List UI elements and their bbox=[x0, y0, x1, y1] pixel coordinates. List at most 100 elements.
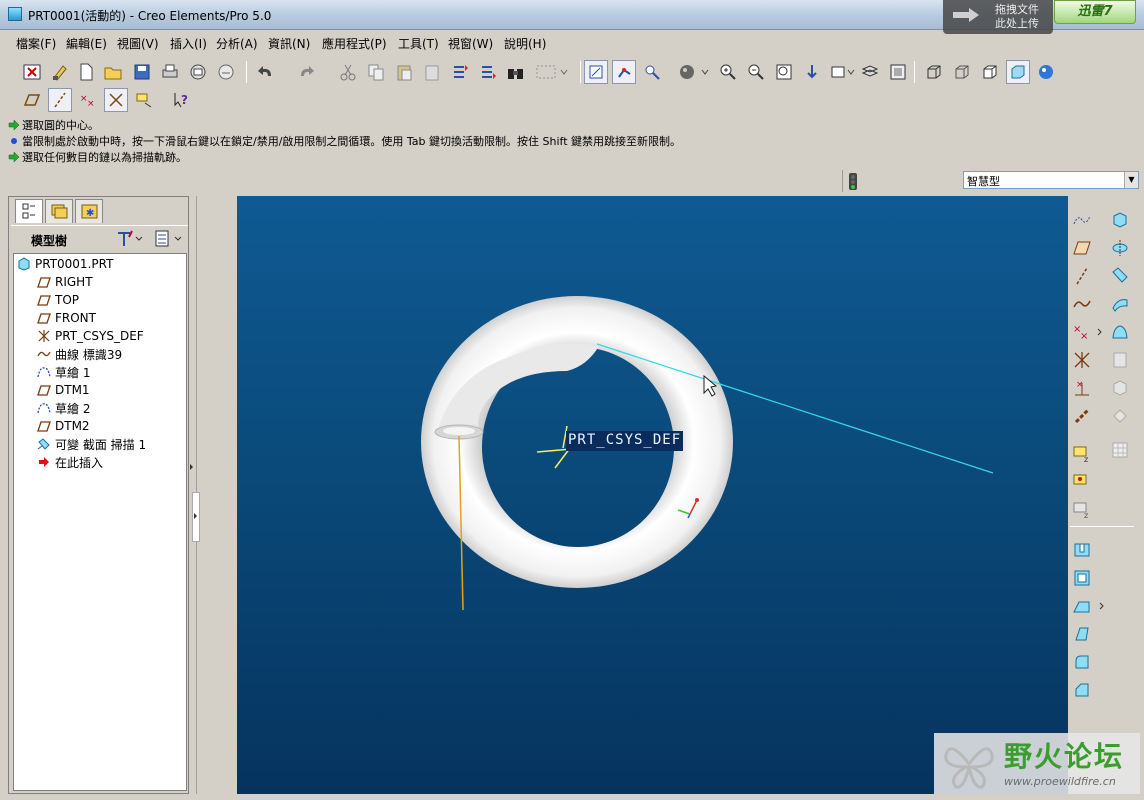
shaded-icon[interactable] bbox=[1006, 60, 1030, 84]
regen-status-light-icon[interactable] bbox=[842, 170, 864, 192]
tree-item-part[interactable]: PRT0001.PRT bbox=[16, 255, 113, 273]
note-tool-icon[interactable]: z bbox=[1070, 442, 1094, 466]
copy-icon[interactable] bbox=[364, 60, 388, 84]
tree-item-insert-here[interactable]: 在此插入 bbox=[36, 453, 103, 471]
grid-tool-icon[interactable] bbox=[1108, 438, 1132, 462]
annotation-display-icon[interactable] bbox=[132, 88, 156, 112]
revolve-icon[interactable] bbox=[1108, 236, 1132, 260]
model-graphics[interactable] bbox=[237, 196, 1068, 794]
xunlei-button[interactable]: 迅雷7 bbox=[1054, 0, 1136, 24]
save-icon[interactable] bbox=[130, 60, 154, 84]
wireframe-icon[interactable] bbox=[922, 60, 946, 84]
new-file-icon[interactable] bbox=[74, 60, 98, 84]
csys-display-icon[interactable] bbox=[104, 88, 128, 112]
freeform-icon[interactable] bbox=[1108, 404, 1132, 428]
menu-tools[interactable]: 工具(T) bbox=[398, 35, 439, 52]
menu-view[interactable]: 視圖(V) bbox=[117, 35, 159, 52]
graphics-viewport[interactable]: PRT_CSYS_DEF bbox=[237, 196, 1068, 794]
close-window-icon[interactable] bbox=[20, 60, 44, 84]
menu-edit[interactable]: 編輯(E) bbox=[66, 35, 107, 52]
regenerate-icon[interactable] bbox=[48, 60, 72, 84]
orient-icon[interactable] bbox=[800, 60, 824, 84]
chamfer-tool-icon[interactable] bbox=[1070, 678, 1094, 702]
hole-tool-icon[interactable] bbox=[1070, 538, 1094, 562]
datum-axis-tool-icon[interactable] bbox=[1070, 264, 1094, 288]
layers-icon[interactable] bbox=[858, 60, 882, 84]
selection-filter-icon[interactable] bbox=[640, 60, 664, 84]
blend-icon[interactable] bbox=[1108, 292, 1132, 316]
context-help-icon[interactable]: ? bbox=[170, 88, 194, 112]
cut-icon[interactable] bbox=[336, 60, 360, 84]
send-link-icon[interactable] bbox=[214, 60, 238, 84]
refit-icon[interactable] bbox=[772, 60, 796, 84]
chain-tool-icon[interactable] bbox=[1070, 404, 1094, 428]
tree-item-csys[interactable]: PRT_CSYS_DEF bbox=[36, 327, 144, 345]
spin-center-icon[interactable] bbox=[584, 60, 608, 84]
send-mail-icon[interactable] bbox=[186, 60, 210, 84]
tab-model-tree[interactable] bbox=[15, 199, 43, 223]
chevron-down-icon[interactable]: ▼ bbox=[1124, 172, 1138, 188]
redo-icon[interactable] bbox=[294, 60, 318, 84]
menu-info[interactable]: 資訊(N) bbox=[268, 35, 310, 52]
surface-annotation-icon[interactable]: z bbox=[1070, 498, 1094, 522]
datum-display-icon[interactable] bbox=[612, 60, 636, 84]
draft-tool-icon[interactable] bbox=[1070, 622, 1094, 646]
regen-manager-icon[interactable] bbox=[448, 60, 472, 84]
tree-settings-icon[interactable] bbox=[115, 229, 145, 249]
rib-tool-icon[interactable] bbox=[1070, 594, 1106, 618]
tree-item-front[interactable]: FRONT bbox=[36, 309, 96, 327]
find-binoculars-icon[interactable] bbox=[504, 60, 528, 84]
tree-item-right[interactable]: RIGHT bbox=[36, 273, 93, 291]
regen-list-icon[interactable] bbox=[476, 60, 500, 84]
zoom-in-icon[interactable] bbox=[716, 60, 740, 84]
datum-plane-tool-icon[interactable] bbox=[1070, 236, 1094, 260]
tree-item-dtm2[interactable]: DTM2 bbox=[36, 417, 90, 435]
round-tool-icon[interactable] bbox=[1070, 650, 1094, 674]
analysis-feature-icon[interactable]: × bbox=[1070, 376, 1094, 400]
boundary-blend-icon[interactable] bbox=[1108, 320, 1132, 344]
tree-item-curve[interactable]: 曲線 標識39 bbox=[36, 345, 122, 363]
extrude-icon[interactable] bbox=[1108, 208, 1132, 232]
menu-window[interactable]: 視窗(W) bbox=[448, 35, 493, 52]
tree-show-icon[interactable] bbox=[153, 229, 185, 249]
tree-item-sketch-1[interactable]: 草繪 1 bbox=[36, 363, 90, 381]
tree-item-sketch-2[interactable]: 草繪 2 bbox=[36, 399, 90, 417]
style-tool-icon[interactable] bbox=[1108, 348, 1132, 372]
variable-sweep-tool-icon[interactable] bbox=[1108, 264, 1132, 288]
tree-item-dtm1[interactable]: DTM1 bbox=[36, 381, 90, 399]
tree-item-var-sweep[interactable]: 可變 截面 掃描 1 bbox=[36, 435, 146, 453]
menu-analysis[interactable]: 分析(A) bbox=[216, 35, 258, 52]
enhanced-realism-icon[interactable] bbox=[1034, 60, 1058, 84]
datum-curve-tool-icon[interactable] bbox=[1070, 292, 1094, 316]
upload-drop-widget[interactable]: 拖拽文件 此处上传 bbox=[943, 0, 1053, 34]
point-display-icon[interactable]: × × bbox=[76, 88, 100, 112]
selection-box-icon[interactable] bbox=[532, 60, 570, 84]
plane-display-icon[interactable] bbox=[20, 88, 44, 112]
open-folder-icon[interactable] bbox=[102, 60, 126, 84]
menu-insert[interactable]: 插入(I) bbox=[170, 35, 207, 52]
axis-display-icon[interactable] bbox=[48, 88, 72, 112]
saved-views-icon[interactable] bbox=[828, 60, 858, 84]
paste-special-icon[interactable] bbox=[420, 60, 444, 84]
print-icon[interactable] bbox=[158, 60, 182, 84]
datum-point-tool-icon[interactable]: × × bbox=[1070, 320, 1104, 344]
tab-folder-browser[interactable] bbox=[45, 199, 73, 223]
tab-favorites[interactable]: ✱ bbox=[75, 199, 103, 223]
shading-mode-icon[interactable] bbox=[676, 60, 712, 84]
datum-csys-tool-icon[interactable] bbox=[1070, 348, 1094, 372]
sketch-tool-icon[interactable] bbox=[1070, 208, 1094, 232]
no-hidden-icon[interactable] bbox=[978, 60, 1002, 84]
panel-collapse-handle[interactable] bbox=[192, 492, 200, 542]
menu-applications[interactable]: 應用程式(P) bbox=[322, 35, 387, 52]
hidden-line-icon[interactable] bbox=[950, 60, 974, 84]
selection-filter-dropdown[interactable]: 智慧型 ▼ bbox=[963, 171, 1139, 189]
zoom-out-icon[interactable] bbox=[744, 60, 768, 84]
warp-icon[interactable] bbox=[1108, 376, 1132, 400]
layout-tool-icon[interactable] bbox=[1070, 470, 1094, 494]
csys-label[interactable]: PRT_CSYS_DEF bbox=[566, 431, 684, 451]
view-manager-icon[interactable] bbox=[886, 60, 910, 84]
tree-item-top[interactable]: TOP bbox=[36, 291, 79, 309]
menu-file[interactable]: 檔案(F) bbox=[16, 35, 56, 52]
undo-icon[interactable] bbox=[254, 60, 278, 84]
menu-help[interactable]: 說明(H) bbox=[504, 35, 546, 52]
